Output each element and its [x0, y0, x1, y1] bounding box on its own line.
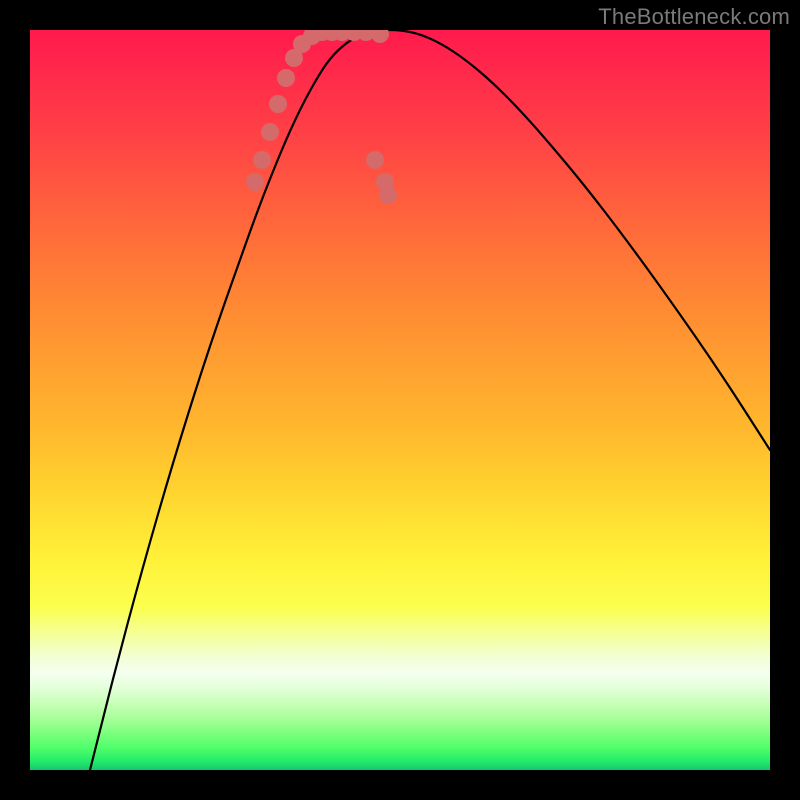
decay-marker [366, 151, 384, 169]
watermark-text: TheBottleneck.com [598, 4, 790, 30]
chart-svg [30, 30, 770, 770]
decay-marker [246, 173, 264, 191]
decay-marker [261, 123, 279, 141]
decay-marker [253, 151, 271, 169]
plot-area [30, 30, 770, 770]
bottleneck-curve [90, 30, 770, 770]
outer-frame: TheBottleneck.com [0, 0, 800, 800]
decay-marker [371, 30, 389, 43]
decay-marker [379, 186, 397, 204]
decay-markers-group [246, 30, 397, 204]
decay-marker [269, 95, 287, 113]
decay-marker [277, 69, 295, 87]
